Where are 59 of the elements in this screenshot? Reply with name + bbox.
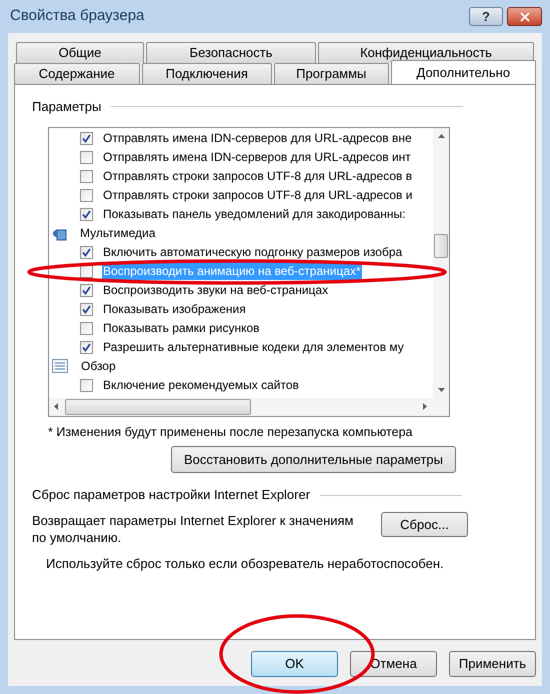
checkbox[interactable] <box>80 302 93 316</box>
reset-warning: Используйте сброс только если обозреватель неработоспособен. <box>46 554 445 573</box>
check-icon <box>82 342 91 352</box>
tab[interactable]: Дополнительно <box>390 60 536 84</box>
scroll-right-icon <box>423 403 427 410</box>
group-title: Сброс параметров настройки Internet Explorer <box>32 486 310 504</box>
option-label[interactable]: Показывать панель уведомлений для закодированны: <box>102 205 406 223</box>
option-label[interactable]: Разрешить альтернативные кодеки для элементов му <box>102 338 405 356</box>
window-title: Свойства браузера <box>10 6 144 26</box>
category-label: Мультимедиа <box>80 225 156 242</box>
check-icon <box>82 248 91 256</box>
checkbox[interactable] <box>80 188 93 202</box>
dialog-button[interactable]: Применить <box>449 651 536 677</box>
check-icon <box>82 210 91 218</box>
check-icon <box>82 304 91 314</box>
group-title: Параметры <box>32 98 102 116</box>
reset-button[interactable]: Сброс... <box>381 512 468 537</box>
close-button[interactable] <box>507 7 542 26</box>
checkbox[interactable] <box>80 150 93 164</box>
scroll-left-icon <box>54 403 58 410</box>
scroll-down-icon <box>438 388 444 392</box>
vertical-scrollbar[interactable] <box>433 128 449 398</box>
checkbox[interactable] <box>80 340 93 354</box>
checkbox[interactable] <box>80 284 93 296</box>
scroll-up-icon <box>438 134 444 138</box>
option-label[interactable]: Отправлять имена IDN-серверов для URL-адресов вне <box>102 129 413 147</box>
option-label[interactable]: Показывать рамки рисунков <box>102 319 261 337</box>
dialog-button[interactable]: OK <box>251 651 338 677</box>
checkbox[interactable] <box>80 170 93 182</box>
category-label: Обзор <box>81 358 116 375</box>
option-label[interactable]: Отправлять строки запросов UTF-8 для URL-адресов и <box>102 186 414 204</box>
option-label[interactable]: Воспроизводить звуки на веб-страницах <box>102 281 330 299</box>
check-icon <box>82 134 91 142</box>
option-label[interactable]: Отправлять имена IDN-серверов для URL-адресов инт <box>102 148 412 166</box>
option-label[interactable]: Включение рекомендуемых сайтов <box>102 376 300 394</box>
checkbox[interactable] <box>80 378 93 392</box>
horizontal-scrollbar[interactable] <box>49 398 449 416</box>
reset-description: Возвращает параметры Internet Explorer к значениям по умолчанию. <box>32 512 354 546</box>
help-button[interactable]: ? <box>469 7 503 26</box>
window-icon <box>52 359 68 373</box>
restore-defaults-button[interactable]: Восстановить дополнительные параметры <box>171 446 456 474</box>
option-label[interactable]: Показывать изображения <box>102 300 247 318</box>
close-icon <box>518 10 532 24</box>
scroll-thumb[interactable] <box>65 398 251 414</box>
tab[interactable]: Общие <box>16 42 144 63</box>
checkbox[interactable] <box>80 208 93 220</box>
tab[interactable]: Безопасность <box>146 42 316 63</box>
option-label[interactable]: Отправлять строки запросов UTF-8 для URL-адресов в <box>102 167 414 185</box>
check-icon <box>82 286 91 294</box>
tab[interactable]: Конфиденциальность <box>318 42 534 63</box>
checkbox[interactable] <box>80 246 93 258</box>
option-label[interactable]: Включить автоматическую подгонку размеров изобра <box>102 243 404 261</box>
tab[interactable]: Подключения <box>142 63 272 84</box>
checkbox[interactable] <box>80 322 93 334</box>
checkbox[interactable] <box>80 132 93 144</box>
scroll-thumb[interactable] <box>434 234 448 258</box>
tab[interactable]: Содержание <box>14 63 140 84</box>
restart-note: * Изменения будут применены после перезапуска компьютера <box>48 424 414 441</box>
tab[interactable]: Программы <box>274 63 389 84</box>
